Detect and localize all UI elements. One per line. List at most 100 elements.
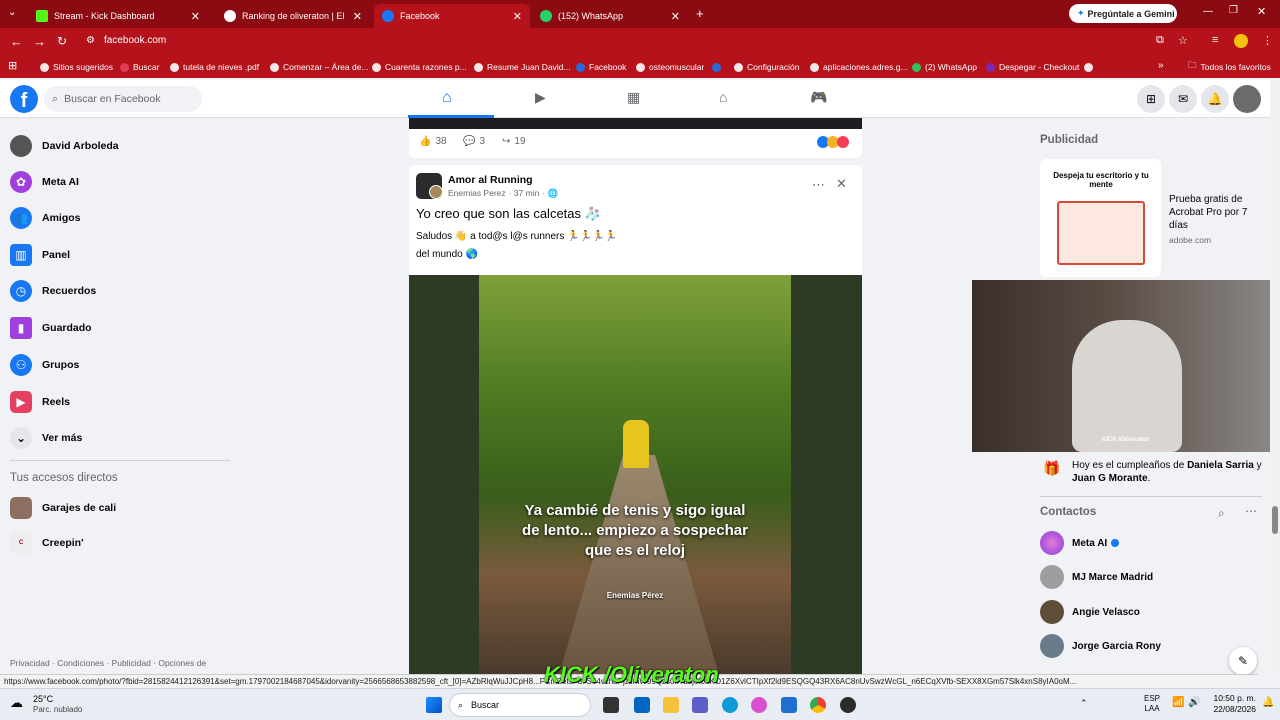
footer-links[interactable]: Privacidad · Condiciones · Publicidad · … (10, 658, 230, 668)
share-button[interactable]: ↪ 19 (502, 136, 526, 147)
reload-icon[interactable]: ↻ (57, 34, 67, 48)
url-field[interactable]: facebook.com (104, 35, 166, 46)
copilot-icon[interactable] (751, 697, 767, 713)
close-icon[interactable]: ✕ (353, 10, 362, 23)
bookmark-item[interactable] (712, 59, 725, 75)
bookmark-star-icon[interactable]: ☆ (1178, 34, 1188, 47)
teams-icon[interactable] (692, 697, 708, 713)
tab-kick-dashboard[interactable]: Stream - Kick Dashboard ✕ (28, 4, 208, 28)
search-bar[interactable]: ⌕ Buscar en Facebook (44, 86, 202, 112)
post-video[interactable]: Ya cambié de tenis y sigo igual de lento… (409, 275, 862, 675)
page-scrollbar[interactable] (1270, 80, 1280, 674)
ad-headline[interactable]: Prueba gratis de Acrobat Pro por 7 días (1169, 193, 1261, 232)
home-tab-icon[interactable]: ⌂ (442, 89, 452, 107)
messenger-icon[interactable]: ✉ (1169, 85, 1197, 113)
close-icon[interactable]: ✕ (513, 10, 522, 23)
groups-feed-tab-icon[interactable]: ▦ (627, 89, 640, 106)
bookmark-item[interactable]: osteomuscular (636, 59, 704, 75)
wifi-icon[interactable]: 📶 (1172, 697, 1184, 708)
minimize-icon[interactable]: — (1203, 6, 1213, 17)
contact-item[interactable]: Meta AI (1040, 528, 1120, 558)
comment-button[interactable]: 💬 3 (463, 136, 485, 147)
sidebar-item-friends[interactable]: 👥 Amigos (10, 203, 81, 233)
account-avatar[interactable] (1233, 85, 1261, 113)
volume-icon[interactable]: 🔊 (1188, 697, 1200, 708)
sidebar-item-see-more[interactable]: ⌄ Ver más (10, 423, 82, 453)
chrome-icon[interactable] (810, 697, 826, 713)
sidebar-item-memories[interactable]: ◷ Recuerdos (10, 276, 96, 306)
shortcut-item[interactable]: Garajes de cali (10, 493, 116, 523)
explorer-folder-icon[interactable] (663, 697, 679, 713)
author-avatar[interactable] (429, 185, 443, 199)
profile-avatar[interactable] (1234, 34, 1248, 48)
weather-icon[interactable]: ☁ (10, 695, 23, 711)
new-message-icon[interactable]: ✎ (1229, 647, 1257, 675)
contact-item[interactable]: Angie Velasco (1040, 597, 1140, 627)
bookmark-item[interactable]: Facebook (576, 59, 626, 75)
birthday-notice[interactable]: Hoy es el cumpleaños de Daniela Sarria y… (1072, 459, 1262, 485)
task-view-icon[interactable] (603, 697, 619, 713)
start-windows-icon[interactable] (426, 697, 442, 713)
marketplace-tab-icon[interactable]: ⌂ (719, 89, 727, 105)
menu-grid-icon[interactable]: ⊞ (1137, 85, 1165, 113)
contact-item[interactable]: Jorge Garcia Rony (1040, 631, 1161, 661)
forward-arrow-icon[interactable]: → (33, 34, 46, 49)
bookmark-item[interactable]: Configuración (734, 59, 799, 75)
post-group-name[interactable]: Amor al Running (448, 174, 533, 186)
install-app-icon[interactable]: ⧉ (1156, 34, 1164, 47)
weather-temp[interactable]: 25°C (33, 694, 53, 704)
tab-list-chevron-icon[interactable]: ⌄ (8, 7, 16, 18)
gaming-tab-icon[interactable]: 🎮 (810, 89, 827, 106)
obs-icon[interactable] (840, 697, 856, 713)
post-author[interactable]: Enemias Perez (448, 188, 506, 199)
close-icon[interactable]: ✕ (191, 10, 200, 23)
gemini-button[interactable]: ✦ Pregúntale a Gemini (1069, 4, 1177, 23)
back-arrow-icon[interactable]: ← (10, 34, 23, 49)
sidebar-item-meta-ai[interactable]: ✿ Meta AI (10, 167, 79, 197)
apps-grid-icon[interactable]: ⊞ (8, 59, 17, 72)
bookmark-item[interactable]: Buscar (120, 59, 159, 75)
shortcut-item[interactable]: C Creepin' (10, 528, 84, 558)
tab-whatsapp[interactable]: (152) WhatsApp ✕ (532, 4, 688, 28)
post-close-icon[interactable]: ✕ (836, 176, 847, 192)
extensions-icon[interactable]: ≡ (1212, 34, 1218, 46)
bookmark-item[interactable] (1084, 59, 1097, 75)
bookmark-item[interactable]: Sitios sugeridos (40, 59, 113, 75)
close-icon[interactable]: ✕ (671, 10, 680, 23)
sidebar-item-dashboard[interactable]: ▥ Panel (10, 240, 70, 270)
facebook-logo[interactable]: f (10, 85, 38, 113)
tab-ranking[interactable]: Ranking de oliveraton | El mejo ✕ (216, 4, 370, 28)
notifications-bell-icon[interactable]: 🔔 (1201, 85, 1229, 113)
taskbar-search-box[interactable]: ⌕ Buscar (449, 693, 591, 717)
post-time[interactable]: · 37 min · (509, 188, 545, 199)
notifications-icon[interactable]: 🔔 (1262, 697, 1274, 708)
site-info-icon[interactable]: ⚙ (86, 35, 95, 46)
bookmark-item[interactable]: Despegar - Checkout (986, 59, 1079, 75)
tray-chevron-icon[interactable]: ⌃ (1080, 698, 1088, 709)
tab-facebook[interactable]: Facebook ✕ (374, 4, 530, 28)
search-input[interactable]: Buscar en Facebook (64, 93, 160, 105)
sidebar-item-reels[interactable]: ▶ Reels (10, 387, 70, 417)
language-indicator[interactable]: ESP LAA (1144, 694, 1160, 714)
store-icon[interactable] (634, 697, 650, 713)
edge-icon[interactable] (722, 697, 738, 713)
contacts-search-icon[interactable]: ⌕ (1218, 506, 1225, 521)
bookmark-item[interactable]: Resume Juan David... (474, 59, 571, 75)
sidebar-item-saved[interactable]: ▮ Guardado (10, 313, 92, 343)
new-tab-plus-icon[interactable]: + (696, 6, 704, 21)
bookmark-item[interactable]: aplicaciones.adres.g... (810, 59, 908, 75)
chrome-menu-icon[interactable]: ⋮ (1262, 34, 1273, 47)
post-options-icon[interactable]: ⋯ (812, 177, 825, 193)
ad-image[interactable]: Despeja tu escritorio y tu mente (1040, 159, 1161, 277)
clock[interactable]: 10:50 p. m. 22/08/2026 (1208, 693, 1256, 715)
bookmark-item[interactable]: Cuarenta razones p... (372, 59, 467, 75)
all-favorites-folder[interactable]: 🗀 Todos los favoritos (1188, 59, 1271, 75)
mail-icon[interactable] (781, 697, 797, 713)
bookmark-item[interactable]: Comenzar – Área de... (270, 59, 369, 75)
reaction-icons[interactable] (817, 136, 849, 148)
contacts-options-icon[interactable]: ⋯ (1245, 504, 1257, 518)
maximize-icon[interactable]: ❐ (1229, 5, 1238, 16)
sidebar-item-groups[interactable]: ⚇ Grupos (10, 350, 79, 380)
bookmark-item[interactable]: tutela de nieves .pdf (170, 59, 259, 75)
contact-item[interactable]: MJ Marce Madrid (1040, 562, 1153, 592)
